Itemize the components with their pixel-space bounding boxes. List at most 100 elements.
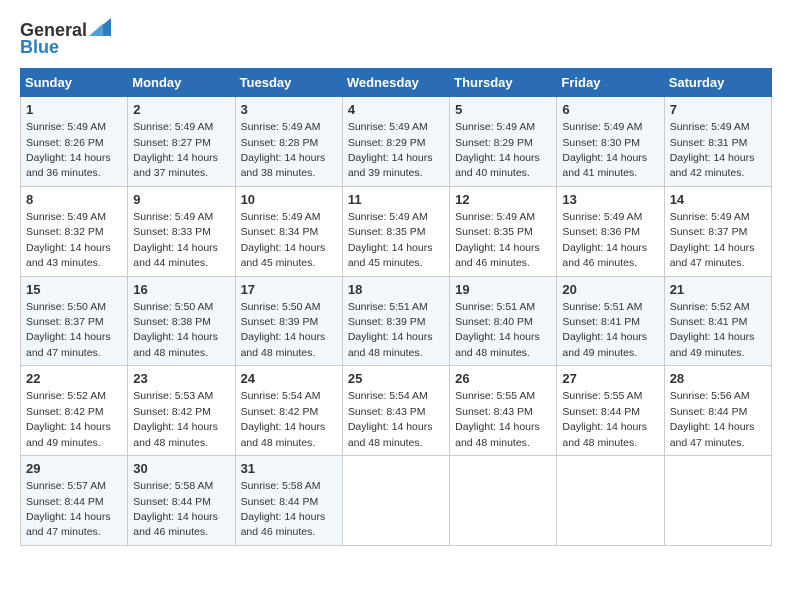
day-number: 23 [133,370,229,388]
calendar-header-row: SundayMondayTuesdayWednesdayThursdayFrid… [21,69,772,97]
day-number: 22 [26,370,122,388]
calendar-cell [557,456,664,546]
calendar-cell: 4 Sunrise: 5:49 AMSunset: 8:29 PMDaylight… [342,97,449,187]
calendar-cell: 25 Sunrise: 5:54 AMSunset: 8:43 PMDayligh… [342,366,449,456]
calendar-table: SundayMondayTuesdayWednesdayThursdayFrid… [20,68,772,546]
day-info: Sunrise: 5:55 AMSunset: 8:43 PMDaylight:… [455,390,540,448]
day-number: 26 [455,370,551,388]
day-info: Sunrise: 5:50 AMSunset: 8:37 PMDaylight:… [26,301,111,359]
calendar-cell: 3 Sunrise: 5:49 AMSunset: 8:28 PMDaylight… [235,97,342,187]
day-number: 28 [670,370,766,388]
day-number: 30 [133,460,229,478]
day-info: Sunrise: 5:49 AMSunset: 8:29 PMDaylight:… [348,121,433,179]
calendar-cell [450,456,557,546]
day-info: Sunrise: 5:50 AMSunset: 8:38 PMDaylight:… [133,301,218,359]
logo-text-blue: Blue [20,37,59,58]
day-info: Sunrise: 5:58 AMSunset: 8:44 PMDaylight:… [241,480,326,538]
day-number: 10 [241,191,337,209]
calendar-cell: 28 Sunrise: 5:56 AMSunset: 8:44 PMDayligh… [664,366,771,456]
day-header-tuesday: Tuesday [235,69,342,97]
day-number: 3 [241,101,337,119]
day-info: Sunrise: 5:54 AMSunset: 8:43 PMDaylight:… [348,390,433,448]
calendar-cell: 14 Sunrise: 5:49 AMSunset: 8:37 PMDayligh… [664,186,771,276]
day-header-thursday: Thursday [450,69,557,97]
day-number: 13 [562,191,658,209]
day-info: Sunrise: 5:51 AMSunset: 8:41 PMDaylight:… [562,301,647,359]
calendar-cell: 17Sunrise: 5:50 AMSunset: 8:39 PMDayligh… [235,276,342,366]
day-info: Sunrise: 5:54 AMSunset: 8:42 PMDaylight:… [241,390,326,448]
calendar-week-row: 15 Sunrise: 5:50 AMSunset: 8:37 PMDayligh… [21,276,772,366]
day-info: Sunrise: 5:58 AMSunset: 8:44 PMDaylight:… [133,480,218,538]
day-info: Sunrise: 5:49 AMSunset: 8:36 PMDaylight:… [562,211,647,269]
day-number: 25 [348,370,444,388]
day-info: Sunrise: 5:49 AMSunset: 8:33 PMDaylight:… [133,211,218,269]
day-number: 8 [26,191,122,209]
calendar-week-row: 1 Sunrise: 5:49 AMSunset: 8:26 PMDaylight… [21,97,772,187]
day-info: Sunrise: 5:49 AMSunset: 8:26 PMDaylight:… [26,121,111,179]
day-number: 7 [670,101,766,119]
day-info: Sunrise: 5:52 AMSunset: 8:41 PMDaylight:… [670,301,755,359]
day-number: 12 [455,191,551,209]
day-number: 5 [455,101,551,119]
day-info: Sunrise: 5:56 AMSunset: 8:44 PMDaylight:… [670,390,755,448]
calendar-cell [664,456,771,546]
calendar-cell: 23 Sunrise: 5:53 AMSunset: 8:42 PMDayligh… [128,366,235,456]
day-info: Sunrise: 5:49 AMSunset: 8:32 PMDaylight:… [26,211,111,269]
day-number: 11 [348,191,444,209]
day-header-sunday: Sunday [21,69,128,97]
day-number: 21 [670,281,766,299]
calendar-cell: 30 Sunrise: 5:58 AMSunset: 8:44 PMDayligh… [128,456,235,546]
day-header-monday: Monday [128,69,235,97]
calendar-cell: 19 Sunrise: 5:51 AMSunset: 8:40 PMDayligh… [450,276,557,366]
day-info: Sunrise: 5:49 AMSunset: 8:31 PMDaylight:… [670,121,755,179]
day-info: Sunrise: 5:51 AMSunset: 8:39 PMDaylight:… [348,301,433,359]
logo: General Blue [20,20,111,58]
day-info: Sunrise: 5:49 AMSunset: 8:35 PMDaylight:… [348,211,433,269]
calendar-cell: 7 Sunrise: 5:49 AMSunset: 8:31 PMDaylight… [664,97,771,187]
day-number: 4 [348,101,444,119]
page-header: General Blue [20,20,772,58]
day-number: 15 [26,281,122,299]
day-info: Sunrise: 5:52 AMSunset: 8:42 PMDaylight:… [26,390,111,448]
calendar-cell: 6 Sunrise: 5:49 AMSunset: 8:30 PMDaylight… [557,97,664,187]
calendar-cell: 31Sunrise: 5:58 AMSunset: 8:44 PMDayligh… [235,456,342,546]
calendar-cell: 18Sunrise: 5:51 AMSunset: 8:39 PMDayligh… [342,276,449,366]
day-number: 19 [455,281,551,299]
day-number: 2 [133,101,229,119]
calendar-cell: 11 Sunrise: 5:49 AMSunset: 8:35 PMDayligh… [342,186,449,276]
day-info: Sunrise: 5:49 AMSunset: 8:37 PMDaylight:… [670,211,755,269]
calendar-cell: 27Sunrise: 5:55 AMSunset: 8:44 PMDayligh… [557,366,664,456]
calendar-cell [342,456,449,546]
day-info: Sunrise: 5:57 AMSunset: 8:44 PMDaylight:… [26,480,111,538]
day-number: 6 [562,101,658,119]
day-header-wednesday: Wednesday [342,69,449,97]
calendar-cell: 24Sunrise: 5:54 AMSunset: 8:42 PMDayligh… [235,366,342,456]
calendar-cell: 29 Sunrise: 5:57 AMSunset: 8:44 PMDayligh… [21,456,128,546]
day-number: 1 [26,101,122,119]
day-header-friday: Friday [557,69,664,97]
calendar-cell: 5Sunrise: 5:49 AMSunset: 8:29 PMDaylight… [450,97,557,187]
day-header-saturday: Saturday [664,69,771,97]
day-info: Sunrise: 5:49 AMSunset: 8:27 PMDaylight:… [133,121,218,179]
day-number: 20 [562,281,658,299]
calendar-week-row: 8 Sunrise: 5:49 AMSunset: 8:32 PMDaylight… [21,186,772,276]
calendar-cell: 20 Sunrise: 5:51 AMSunset: 8:41 PMDayligh… [557,276,664,366]
day-number: 16 [133,281,229,299]
calendar-cell: 15 Sunrise: 5:50 AMSunset: 8:37 PMDayligh… [21,276,128,366]
day-number: 14 [670,191,766,209]
day-number: 27 [562,370,658,388]
day-info: Sunrise: 5:53 AMSunset: 8:42 PMDaylight:… [133,390,218,448]
calendar-cell: 13 Sunrise: 5:49 AMSunset: 8:36 PMDayligh… [557,186,664,276]
day-info: Sunrise: 5:49 AMSunset: 8:28 PMDaylight:… [241,121,326,179]
calendar-cell: 1 Sunrise: 5:49 AMSunset: 8:26 PMDaylight… [21,97,128,187]
calendar-cell: 22 Sunrise: 5:52 AMSunset: 8:42 PMDayligh… [21,366,128,456]
calendar-week-row: 22 Sunrise: 5:52 AMSunset: 8:42 PMDayligh… [21,366,772,456]
day-info: Sunrise: 5:49 AMSunset: 8:35 PMDaylight:… [455,211,540,269]
calendar-cell: 9Sunrise: 5:49 AMSunset: 8:33 PMDaylight… [128,186,235,276]
logo-bird-icon [89,18,111,36]
day-info: Sunrise: 5:51 AMSunset: 8:40 PMDaylight:… [455,301,540,359]
calendar-week-row: 29 Sunrise: 5:57 AMSunset: 8:44 PMDayligh… [21,456,772,546]
day-number: 29 [26,460,122,478]
calendar-cell: 2 Sunrise: 5:49 AMSunset: 8:27 PMDaylight… [128,97,235,187]
day-info: Sunrise: 5:49 AMSunset: 8:30 PMDaylight:… [562,121,647,179]
